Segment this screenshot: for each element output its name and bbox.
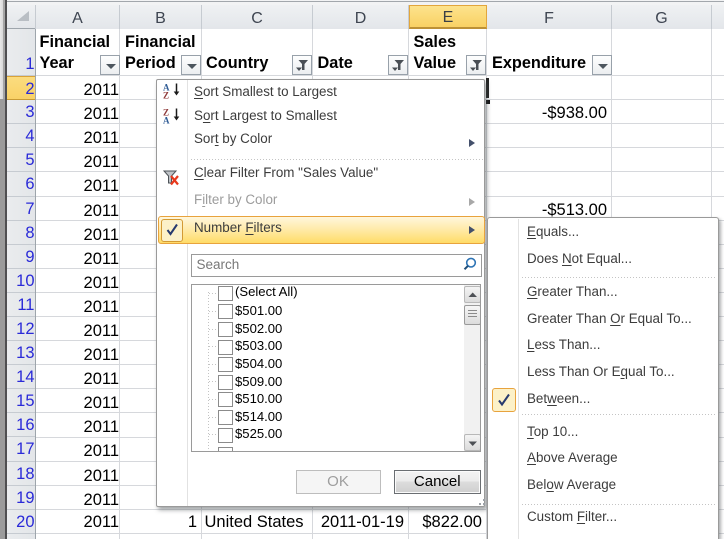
svg-text:Z: Z — [163, 91, 169, 100]
svg-text:A: A — [163, 116, 170, 125]
